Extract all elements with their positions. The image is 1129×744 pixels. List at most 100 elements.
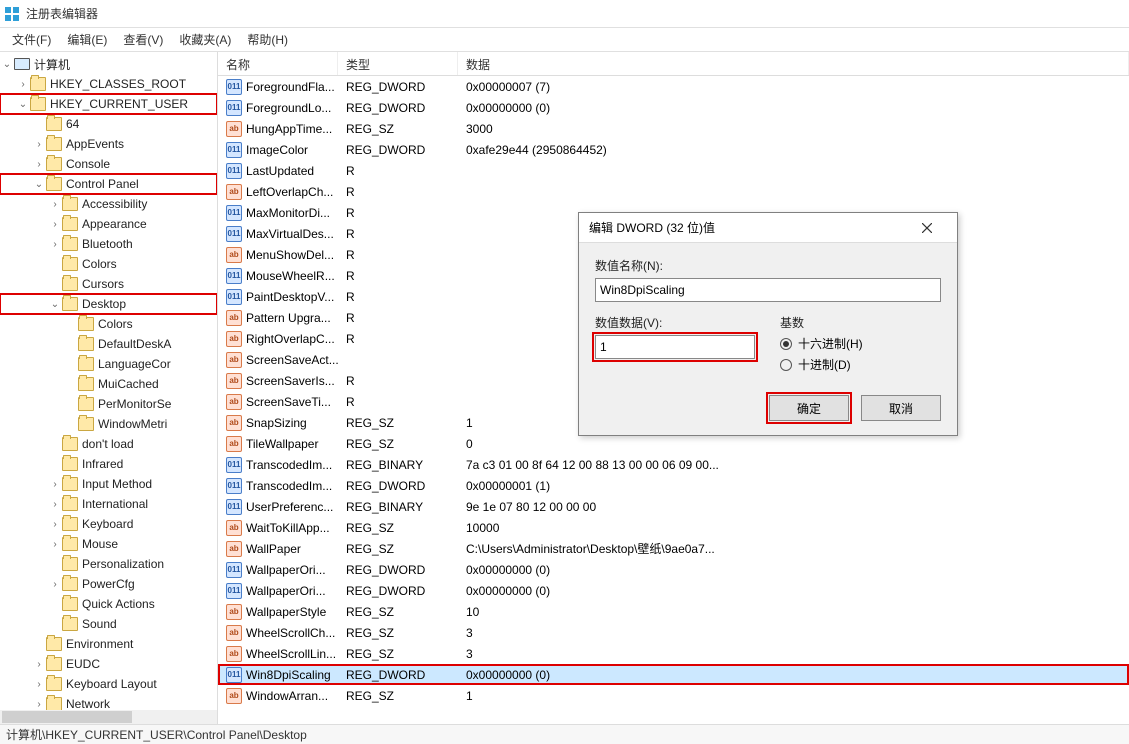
menu-favorites[interactable]: 收藏夹(A) <box>171 29 239 50</box>
expander-icon[interactable]: ⌄ <box>0 59 14 70</box>
expander-icon[interactable]: › <box>16 79 30 90</box>
expander-icon[interactable]: › <box>32 699 46 710</box>
tree-hkcu[interactable]: ⌄HKEY_CURRENT_USER <box>0 94 217 114</box>
folder-icon <box>78 397 94 411</box>
value-data-input[interactable] <box>595 335 755 359</box>
value-name: Pattern Upgra... <box>246 311 331 325</box>
registry-value-row[interactable]: abHungAppTime...REG_SZ3000 <box>218 118 1129 139</box>
registry-value-row[interactable]: abWheelScrollLin...REG_SZ3 <box>218 643 1129 664</box>
expander-icon[interactable]: › <box>32 139 46 150</box>
registry-value-row[interactable]: 011ForegroundFla...REG_DWORD0x00000007 (… <box>218 76 1129 97</box>
registry-value-row[interactable]: 011ForegroundLo...REG_DWORD0x00000000 (0… <box>218 97 1129 118</box>
tree-hscrollbar[interactable] <box>0 710 217 724</box>
registry-value-row[interactable]: 011TranscodedIm...REG_DWORD0x00000001 (1… <box>218 475 1129 496</box>
expander-icon[interactable]: › <box>32 659 46 670</box>
tree-control-panel[interactable]: ⌄Control Panel <box>0 174 217 194</box>
tree-item[interactable]: LanguageCor <box>0 354 217 374</box>
expander-icon[interactable]: › <box>48 499 62 510</box>
tree-item[interactable]: ›AppEvents <box>0 134 217 154</box>
tree-desktop[interactable]: ⌄Desktop <box>0 294 217 314</box>
col-header-data[interactable]: 数据 <box>458 52 1129 75</box>
registry-value-row[interactable]: 011WallpaperOri...REG_DWORD0x00000000 (0… <box>218 559 1129 580</box>
ok-button[interactable]: 确定 <box>769 395 849 421</box>
tree-item[interactable]: don't load <box>0 434 217 454</box>
col-header-name[interactable]: 名称 <box>218 52 338 75</box>
dialog-titlebar[interactable]: 编辑 DWORD (32 位)值 <box>579 213 957 243</box>
expander-icon[interactable]: ⌄ <box>48 299 62 310</box>
registry-value-row[interactable]: abWaitToKillApp...REG_SZ10000 <box>218 517 1129 538</box>
radio-hex[interactable]: 十六进制(H) <box>780 335 941 352</box>
tree-item[interactable]: Cursors <box>0 274 217 294</box>
col-header-type[interactable]: 类型 <box>338 52 458 75</box>
radio-dec[interactable]: 十进制(D) <box>780 356 941 373</box>
tree-hkcr[interactable]: ›HKEY_CLASSES_ROOT <box>0 74 217 94</box>
tree-item[interactable]: ›Keyboard <box>0 514 217 534</box>
registry-value-row[interactable]: abWheelScrollCh...REG_SZ3 <box>218 622 1129 643</box>
tree-item[interactable]: Personalization <box>0 554 217 574</box>
menu-file[interactable]: 文件(F) <box>4 29 59 50</box>
value-name: WallpaperOri... <box>246 584 326 598</box>
cancel-button[interactable]: 取消 <box>861 395 941 421</box>
tree-label: 64 <box>66 117 79 131</box>
tree-item[interactable]: ›International <box>0 494 217 514</box>
expander-icon[interactable]: › <box>32 679 46 690</box>
reg-string-icon: ab <box>226 415 242 431</box>
tree-item[interactable]: Environment <box>0 634 217 654</box>
registry-value-row[interactable]: abTileWallpaperREG_SZ0 <box>218 433 1129 454</box>
expander-icon[interactable]: › <box>48 519 62 530</box>
value-name: PaintDesktopV... <box>246 290 334 304</box>
registry-value-row[interactable]: abWindowArran...REG_SZ1 <box>218 685 1129 706</box>
expander-icon[interactable]: › <box>48 579 62 590</box>
tree-item[interactable]: ›Bluetooth <box>0 234 217 254</box>
registry-value-row[interactable]: abWallPaperREG_SZC:\Users\Administrator\… <box>218 538 1129 559</box>
registry-value-row[interactable]: abLeftOverlapCh...R <box>218 181 1129 202</box>
registry-value-row[interactable]: 011ImageColorREG_DWORD0xafe29e44 (295086… <box>218 139 1129 160</box>
tree-item[interactable]: WindowMetri <box>0 414 217 434</box>
registry-value-row[interactable]: 011Win8DpiScalingREG_DWORD0x00000000 (0) <box>218 664 1129 685</box>
tree-item[interactable]: MuiCached <box>0 374 217 394</box>
registry-value-row[interactable]: 011UserPreferenc...REG_BINARY9e 1e 07 80… <box>218 496 1129 517</box>
value-type: REG_DWORD <box>338 668 458 682</box>
tree-item[interactable]: Infrared <box>0 454 217 474</box>
radio-dot-icon <box>780 338 792 350</box>
tree-item[interactable]: Colors <box>0 314 217 334</box>
menu-view[interactable]: 查看(V) <box>115 29 171 50</box>
tree-item[interactable]: ›PowerCfg <box>0 574 217 594</box>
menu-help[interactable]: 帮助(H) <box>239 29 296 50</box>
value-data: 10 <box>458 605 1129 619</box>
tree-item[interactable]: Sound <box>0 614 217 634</box>
tree-item[interactable]: ›Accessibility <box>0 194 217 214</box>
registry-value-row[interactable]: abWallpaperStyleREG_SZ10 <box>218 601 1129 622</box>
value-type: REG_SZ <box>338 122 458 136</box>
expander-icon[interactable]: › <box>48 239 62 250</box>
tree-pane[interactable]: ⌄计算机›HKEY_CLASSES_ROOT⌄HKEY_CURRENT_USER… <box>0 52 218 724</box>
menu-edit[interactable]: 编辑(E) <box>59 29 115 50</box>
registry-value-row[interactable]: 011WallpaperOri...REG_DWORD0x00000000 (0… <box>218 580 1129 601</box>
value-name-input[interactable] <box>595 278 941 302</box>
expander-icon[interactable]: › <box>32 159 46 170</box>
expander-icon[interactable]: › <box>48 219 62 230</box>
tree-item[interactable]: ›EUDC <box>0 654 217 674</box>
tree-item[interactable]: Colors <box>0 254 217 274</box>
tree-item[interactable]: Quick Actions <box>0 594 217 614</box>
expander-icon[interactable]: › <box>48 539 62 550</box>
registry-value-row[interactable]: 011LastUpdatedR <box>218 160 1129 181</box>
tree-item[interactable]: 64 <box>0 114 217 134</box>
expander-icon[interactable]: › <box>48 199 62 210</box>
tree-item[interactable]: DefaultDeskA <box>0 334 217 354</box>
expander-icon[interactable]: › <box>48 479 62 490</box>
tree-item[interactable]: ›Input Method <box>0 474 217 494</box>
scrollbar-thumb[interactable] <box>2 711 132 723</box>
tree-item[interactable]: ›Console <box>0 154 217 174</box>
dialog-close-button[interactable] <box>907 214 947 242</box>
value-data: 0x00000001 (1) <box>458 479 1129 493</box>
tree-root-computer[interactable]: ⌄计算机 <box>0 54 217 74</box>
tree-item[interactable]: ›Keyboard Layout <box>0 674 217 694</box>
reg-binary-icon: 011 <box>226 583 242 599</box>
expander-icon[interactable]: ⌄ <box>32 179 46 190</box>
tree-item[interactable]: ›Appearance <box>0 214 217 234</box>
tree-item[interactable]: ›Mouse <box>0 534 217 554</box>
expander-icon[interactable]: ⌄ <box>16 99 30 110</box>
tree-item[interactable]: PerMonitorSe <box>0 394 217 414</box>
registry-value-row[interactable]: 011TranscodedIm...REG_BINARY7a c3 01 00 … <box>218 454 1129 475</box>
